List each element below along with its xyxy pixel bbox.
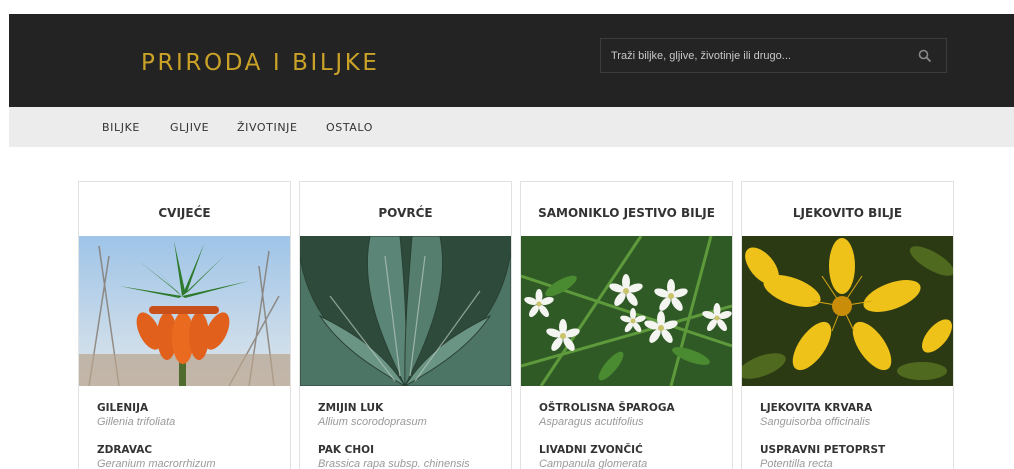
plant-name[interactable]: LIVADNI ZVONČIĆ [539, 444, 647, 456]
plant-latin-name: Geranium macrorrhizum [97, 458, 216, 469]
category-card-cvijece[interactable]: CVIJEĆE GILENIJA Gillenia trifoliata ZDR… [78, 181, 291, 469]
card-image[interactable] [300, 236, 511, 386]
list-item[interactable]: PAK CHOI Brassica rapa subsp. chinensis [318, 444, 470, 469]
site-logo[interactable]: PRIRODA I BILJKE [141, 50, 380, 76]
plant-latin-name: Potentilla recta [760, 458, 833, 469]
search-input[interactable] [611, 39, 911, 72]
list-item[interactable]: OŠTROLISNA ŠPAROGA Asparagus acutifolius [539, 402, 675, 428]
card-title[interactable]: SAMONIKLO JESTIVO BILJE [521, 206, 732, 220]
plant-latin-name: Brassica rapa subsp. chinensis [318, 458, 470, 469]
card-title[interactable]: POVRĆE [300, 206, 511, 220]
plant-latin-name: Campanula glomerata [539, 458, 648, 469]
site-header: PRIRODA I BILJKE [9, 14, 1014, 107]
list-item[interactable]: GILENIJA Gillenia trifoliata [97, 402, 175, 428]
category-card-povrce[interactable]: POVRĆE ZMIJIN LUK Allium scorodoprasum P… [299, 181, 512, 469]
plant-latin-name: Allium scorodoprasum [318, 416, 427, 428]
nav-item-biljke[interactable]: BILJKE [102, 121, 140, 134]
plant-name[interactable]: USPRAVNI PETOPRST [760, 444, 885, 456]
plant-name[interactable]: LJEKOVITA KRVARA [760, 402, 872, 414]
search-box [600, 38, 947, 73]
list-item[interactable]: LJEKOVITA KRVARA Sanguisorba officinalis [760, 402, 872, 428]
card-image[interactable] [521, 236, 732, 386]
card-image[interactable] [79, 236, 290, 386]
nav-item-ostalo[interactable]: OSTALO [326, 121, 373, 134]
category-card-samoniklo-jestivo-bilje[interactable]: SAMONIKLO JESTIVO BILJE OŠTROLISNA ŠPARO… [520, 181, 733, 469]
main-nav: BILJKE GLJIVE ŽIVOTINJE OSTALO [9, 107, 1014, 147]
plant-name[interactable]: ZMIJIN LUK [318, 402, 427, 414]
card-image[interactable] [742, 236, 953, 386]
nav-item-zivotinje[interactable]: ŽIVOTINJE [237, 121, 298, 134]
list-item[interactable]: USPRAVNI PETOPRST Potentilla recta [760, 444, 885, 469]
card-title[interactable]: CVIJEĆE [79, 206, 290, 220]
category-card-ljekovito-bilje[interactable]: LJEKOVITO BILJE LJEKOVITA KRVARA Sanguis… [741, 181, 954, 469]
plant-latin-name: Sanguisorba officinalis [760, 416, 871, 428]
plant-latin-name: Gillenia trifoliata [97, 416, 176, 428]
list-item[interactable]: LIVADNI ZVONČIĆ Campanula glomerata [539, 444, 647, 469]
plant-name[interactable]: ZDRAVAC [97, 444, 216, 456]
plant-name[interactable]: OŠTROLISNA ŠPAROGA [539, 402, 675, 414]
list-item[interactable]: ZDRAVAC Geranium macrorrhizum [97, 444, 216, 469]
nav-item-gljive[interactable]: GLJIVE [170, 121, 209, 134]
plant-name[interactable]: GILENIJA [97, 402, 175, 414]
plant-latin-name: Asparagus acutifolius [539, 416, 644, 428]
plant-name[interactable]: PAK CHOI [318, 444, 470, 456]
search-icon[interactable] [918, 49, 932, 63]
list-item[interactable]: ZMIJIN LUK Allium scorodoprasum [318, 402, 427, 428]
card-title[interactable]: LJEKOVITO BILJE [742, 206, 953, 220]
